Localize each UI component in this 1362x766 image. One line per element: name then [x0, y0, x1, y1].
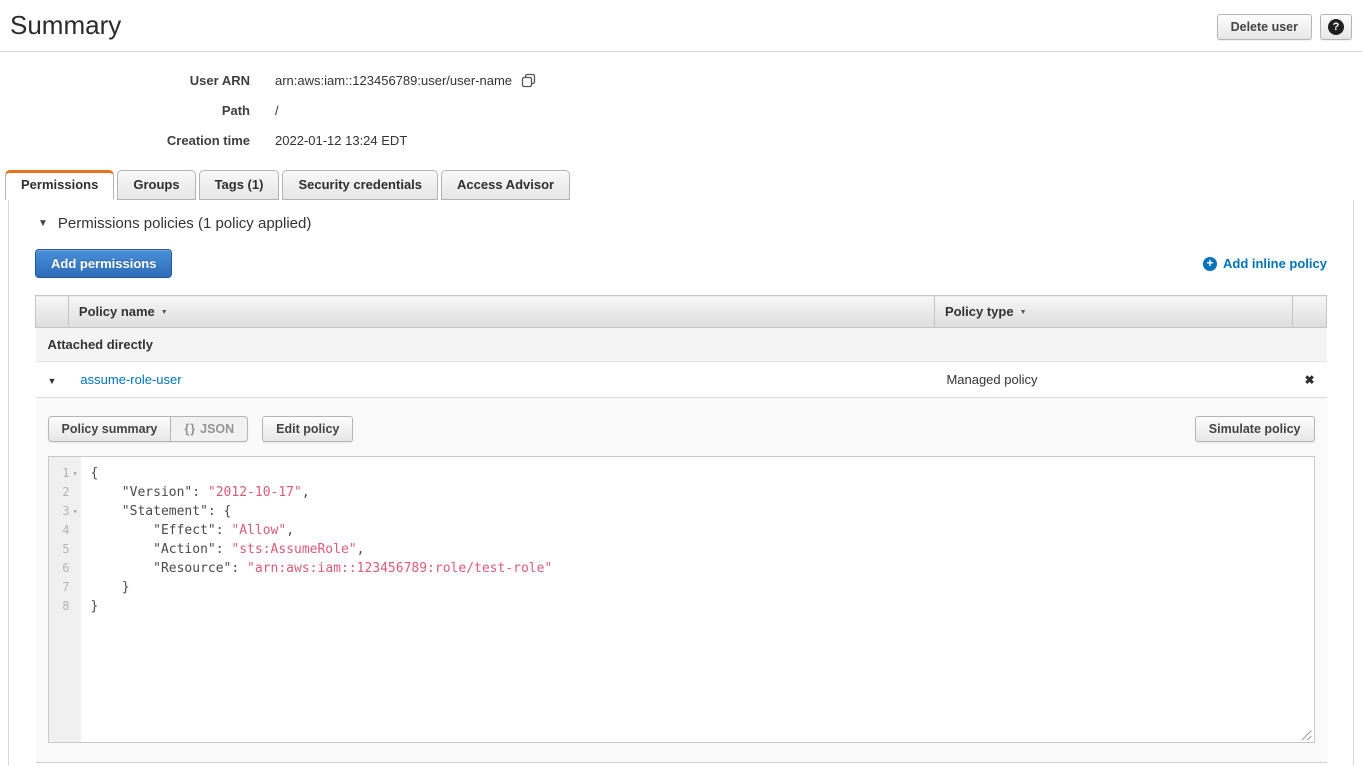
- tab-permissions[interactable]: Permissions: [5, 170, 114, 200]
- json-view-button[interactable]: {} JSON: [170, 416, 248, 442]
- creation-time-row: Creation time 2022-01-12 13:24 EDT: [0, 133, 1362, 148]
- creation-time-label: Creation time: [0, 133, 250, 148]
- tab-security-credentials[interactable]: Security credentials: [282, 170, 438, 200]
- sort-icon: ▼: [161, 309, 168, 316]
- collapse-section-icon[interactable]: ▼: [38, 218, 48, 229]
- gutter-line-number: 7: [49, 578, 81, 597]
- add-permissions-button[interactable]: Add permissions: [35, 249, 172, 278]
- path-value: /: [275, 103, 279, 118]
- tab-tags[interactable]: Tags (1): [199, 170, 280, 200]
- attached-directly-label: Attached directly: [36, 328, 1327, 362]
- user-arn-value: arn:aws:iam::123456789:user/user-name: [275, 73, 512, 88]
- policy-name-header-label: Policy name: [79, 304, 155, 319]
- tab-access-advisor[interactable]: Access Advisor: [441, 170, 570, 200]
- policy-view-toolbar: Policy summary {} JSON Edit policy Simula…: [48, 416, 1315, 442]
- delete-user-button[interactable]: Delete user: [1217, 14, 1312, 40]
- policy-type-cell: Managed policy: [934, 362, 1292, 398]
- code-line: "Resource": "arn:aws:iam::123456789:role…: [91, 559, 1314, 578]
- policy-detail-row: Policy summary {} JSON Edit policy Simula…: [36, 398, 1327, 763]
- section-title: Permissions policies (1 policy applied): [58, 215, 311, 232]
- attached-directly-group-row: Attached directly: [36, 328, 1327, 362]
- editor-gutter: 1▾23▾45678: [49, 457, 81, 742]
- code-line: }: [91, 597, 1314, 616]
- help-icon: ?: [1328, 19, 1344, 35]
- code-line: "Version": "2012-10-17",: [91, 483, 1314, 502]
- tab-bar: Permissions Groups Tags (1) Security cre…: [5, 170, 1362, 200]
- editor-code-area[interactable]: { "Version": "2012-10-17", "Statement": …: [81, 457, 1314, 742]
- plus-circle-icon: +: [1203, 257, 1217, 271]
- table-header-row: Policy name ▼ Policy type ▼: [36, 296, 1327, 328]
- collapse-row-icon[interactable]: ▼: [48, 376, 57, 386]
- edit-policy-button[interactable]: Edit policy: [262, 416, 353, 442]
- json-view-label: JSON: [200, 422, 234, 436]
- header-divider: [0, 51, 1362, 52]
- add-inline-policy-label: Add inline policy: [1223, 256, 1327, 271]
- code-line: }: [91, 578, 1314, 597]
- page-title: Summary: [10, 10, 1352, 41]
- user-arn-label: User ARN: [0, 73, 250, 88]
- gutter-line-number: 8: [49, 597, 81, 616]
- attached-policies-table: Policy name ▼ Policy type ▼ Attached direc…: [35, 295, 1327, 763]
- user-info-section: User ARN arn:aws:iam::123456789:user/use…: [0, 73, 1362, 148]
- creation-time-value: 2022-01-12 13:24 EDT: [275, 133, 407, 148]
- gutter-line-number: 2: [49, 483, 81, 502]
- gutter-line-number: 4: [49, 521, 81, 540]
- help-button[interactable]: ?: [1320, 14, 1352, 40]
- braces-icon: {}: [184, 422, 196, 436]
- code-line: {: [91, 464, 1314, 483]
- permissions-policies-heading[interactable]: ▼ Permissions policies (1 policy applied…: [35, 215, 1327, 232]
- detach-policy-button[interactable]: ✖: [1304, 373, 1314, 387]
- policy-name-column-header[interactable]: Policy name ▼: [68, 296, 934, 328]
- copy-icon: [521, 73, 536, 88]
- gutter-line-number: 6: [49, 559, 81, 578]
- policy-json-editor[interactable]: 1▾23▾45678 { "Version": "2012-10-17", "S…: [48, 456, 1315, 743]
- add-inline-policy-link[interactable]: + Add inline policy: [1203, 256, 1327, 271]
- sort-icon: ▼: [1020, 309, 1027, 316]
- permissions-panel: ▼ Permissions policies (1 policy applied…: [8, 200, 1354, 766]
- copy-arn-button[interactable]: [521, 73, 536, 88]
- gutter-line-number: 3▾: [49, 502, 81, 521]
- policy-type-column-header[interactable]: Policy type ▼: [934, 296, 1292, 328]
- fold-arrow-icon[interactable]: ▾: [70, 464, 81, 483]
- code-line: "Action": "sts:AssumeRole",: [91, 540, 1314, 559]
- policy-type-header-label: Policy type: [945, 304, 1014, 319]
- fold-arrow-icon[interactable]: ▾: [70, 502, 81, 521]
- expander-column-header: [36, 296, 69, 328]
- code-line: "Effect": "Allow",: [91, 521, 1314, 540]
- policies-toolbar: Add permissions + Add inline policy: [35, 249, 1327, 278]
- page-header: Summary Delete user ?: [0, 0, 1362, 42]
- user-arn-row: User ARN arn:aws:iam::123456789:user/use…: [0, 73, 1362, 88]
- header-actions: Delete user ?: [1217, 14, 1352, 40]
- policy-summary-button[interactable]: Policy summary: [48, 416, 172, 442]
- policy-table-row: ▼ assume-role-user Managed policy ✖: [36, 362, 1327, 398]
- gutter-line-number: 1▾: [49, 464, 81, 483]
- path-label: Path: [0, 103, 250, 118]
- code-line: "Statement": {: [91, 502, 1314, 521]
- policy-name-link[interactable]: assume-role-user: [80, 372, 181, 387]
- view-switcher: Policy summary {} JSON: [48, 416, 249, 442]
- gutter-line-number: 5: [49, 540, 81, 559]
- tab-groups[interactable]: Groups: [117, 170, 195, 200]
- simulate-policy-button[interactable]: Simulate policy: [1195, 416, 1315, 442]
- actions-column-header: [1292, 296, 1326, 328]
- path-row: Path /: [0, 103, 1362, 118]
